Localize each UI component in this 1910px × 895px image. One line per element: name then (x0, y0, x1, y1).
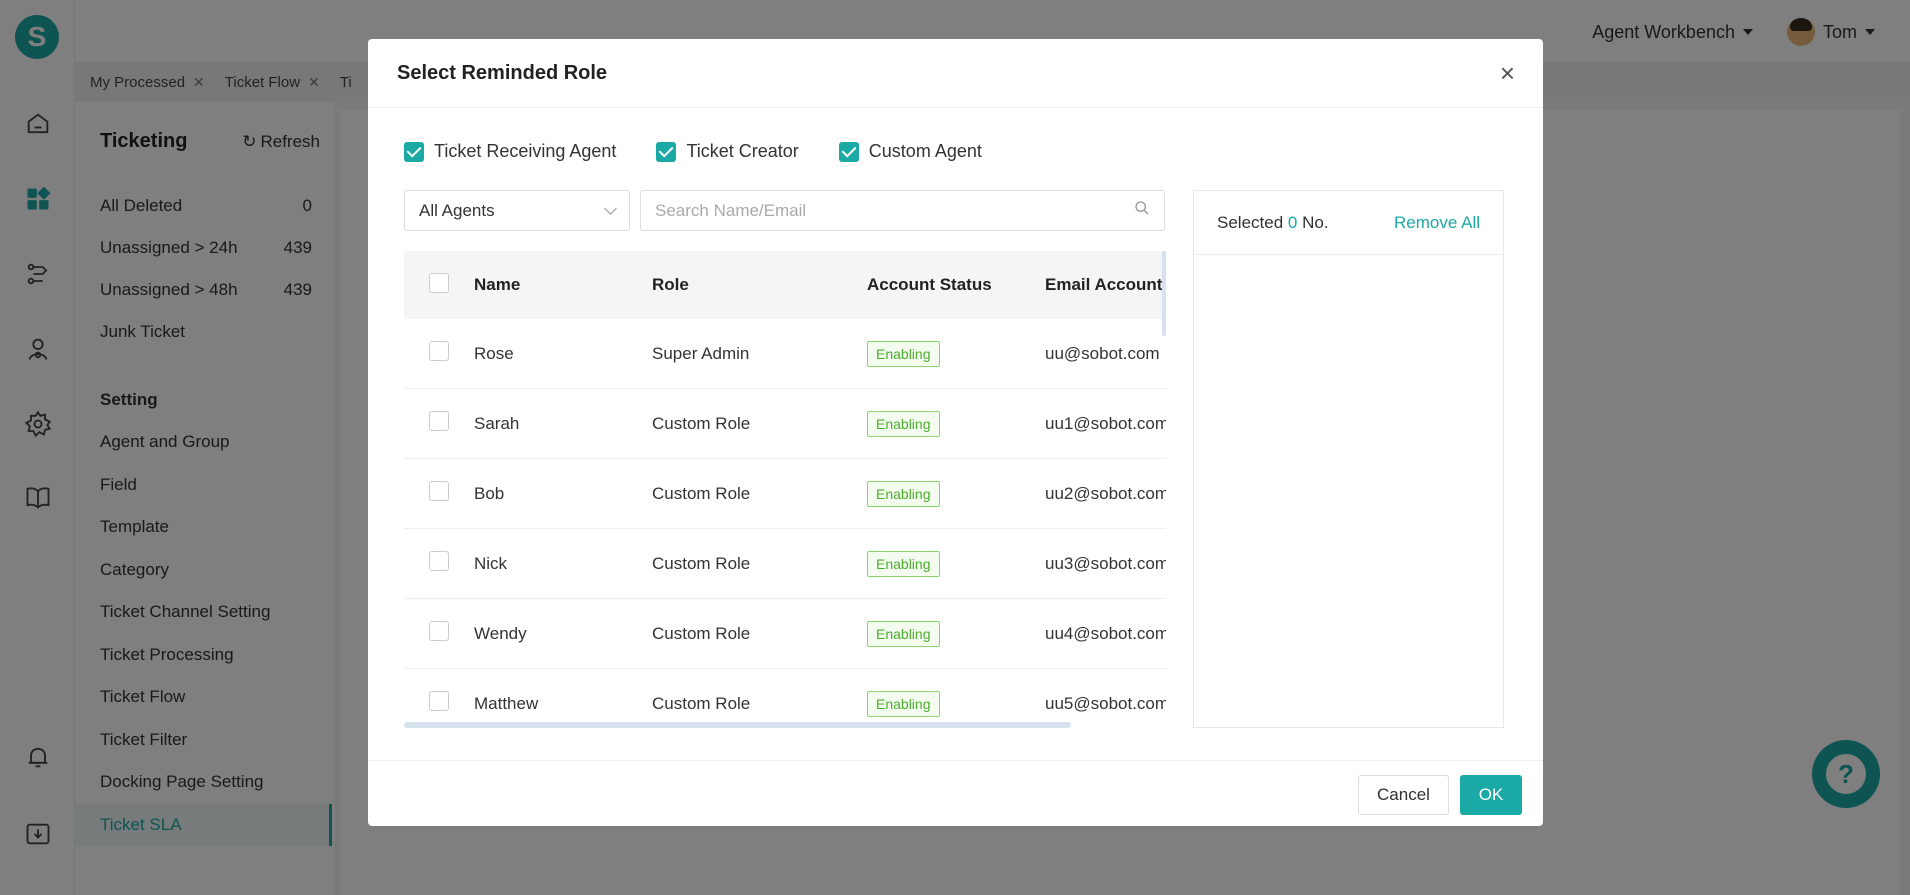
ticket-creator-checkbox[interactable]: Ticket Creator (656, 141, 799, 162)
agent-email: uu1@sobot.com (1045, 413, 1166, 433)
status-badge: Enabling (867, 690, 940, 717)
selected-agents-panel: Selected 0 No. Remove All (1193, 190, 1504, 728)
agent-role: Custom Role (652, 693, 751, 713)
agent-email: uu2@sobot.com (1045, 483, 1166, 503)
agent-email: uu3@sobot.com (1045, 553, 1166, 573)
status-badge: Enabling (867, 550, 940, 577)
row-checkbox[interactable] (429, 411, 449, 431)
table-row[interactable]: Bob Custom Role Enabling uu2@sobot.com (404, 459, 1166, 529)
agent-filter-value: All Agents (419, 200, 495, 220)
agent-email: uu5@sobot.com (1045, 693, 1166, 713)
column-header-name: Name (474, 275, 521, 294)
checkbox-checked-icon[interactable] (656, 141, 677, 162)
agent-name: Rose (474, 343, 514, 363)
table-row[interactable]: Nick Custom Role Enabling uu3@sobot.com (404, 529, 1166, 599)
custom-agent-checkbox[interactable]: Custom Agent (838, 141, 982, 162)
agent-email: uu@sobot.com (1045, 343, 1160, 363)
dialog-title: Select Reminded Role (397, 61, 608, 84)
ticket-receiving-agent-checkbox[interactable]: Ticket Receiving Agent (404, 141, 616, 162)
dialog-footer: Cancel OK (368, 760, 1543, 826)
selected-suffix: No. (1302, 212, 1329, 232)
agent-role: Custom Role (652, 483, 751, 503)
ok-button[interactable]: OK (1460, 775, 1522, 815)
table-row[interactable]: Sarah Custom Role Enabling uu1@sobot.com (404, 389, 1166, 459)
agent-name: Nick (474, 553, 508, 573)
role-checkbox-group: Ticket Receiving Agent Ticket Creator Cu… (404, 141, 982, 162)
checkbox-label: Ticket Creator (686, 141, 799, 161)
row-checkbox[interactable] (429, 691, 449, 711)
checkbox-checked-icon[interactable] (838, 141, 859, 162)
column-header-account-status: Account Status (867, 275, 992, 294)
agent-table: Name Role Account Status Email Account R… (404, 251, 1166, 729)
select-reminded-role-dialog: Select Reminded Role × Ticket Receiving … (368, 39, 1543, 826)
selected-prefix: Selected (1217, 212, 1284, 232)
agent-name: Sarah (474, 413, 520, 433)
chevron-down-icon (604, 202, 617, 215)
row-checkbox[interactable] (429, 551, 449, 571)
selected-count-text: Selected 0 No. (1217, 213, 1329, 233)
row-checkbox[interactable] (429, 621, 449, 641)
column-header-email-account: Email Account (1045, 275, 1163, 294)
status-badge: Enabling (867, 620, 940, 647)
search-input[interactable] (655, 200, 1134, 221)
table-row[interactable]: Matthew Custom Role Enabling uu5@sobot.c… (404, 669, 1166, 729)
select-all-checkbox[interactable] (429, 272, 449, 293)
status-badge: Enabling (867, 340, 940, 367)
row-checkbox[interactable] (429, 341, 449, 361)
checkbox-label: Ticket Receiving Agent (434, 141, 617, 161)
selected-count: 0 (1287, 212, 1298, 232)
remove-all-link[interactable]: Remove All (1394, 213, 1480, 233)
checkbox-label: Custom Agent (868, 141, 982, 161)
status-badge: Enabling (867, 480, 940, 507)
agent-role: Custom Role (652, 553, 751, 573)
agent-filter-select[interactable]: All Agents (404, 190, 630, 231)
close-icon[interactable]: × (1500, 60, 1515, 86)
table-row[interactable]: Wendy Custom Role Enabling uu4@sobot.com (404, 599, 1166, 669)
row-checkbox[interactable] (429, 481, 449, 501)
agent-role: Custom Role (652, 413, 751, 433)
agent-name: Matthew (474, 693, 539, 713)
table-horizontal-scrollbar[interactable] (404, 722, 1071, 728)
search-icon[interactable] (1134, 200, 1150, 221)
table-row[interactable]: Rose Super Admin Enabling uu@sobot.com (404, 319, 1166, 389)
agent-name: Bob (474, 483, 505, 503)
column-header-role: Role (652, 275, 689, 294)
table-header: Name Role Account Status Email Account (404, 251, 1166, 319)
cancel-button[interactable]: Cancel (1358, 775, 1449, 815)
checkbox-checked-icon[interactable] (404, 141, 424, 162)
search-box[interactable] (640, 190, 1165, 231)
agent-role: Custom Role (652, 623, 751, 643)
agent-role: Super Admin (652, 343, 750, 363)
table-vertical-scrollbar[interactable] (1162, 251, 1166, 336)
agent-email: uu4@sobot.com (1045, 623, 1166, 643)
status-badge: Enabling (867, 410, 940, 437)
agent-name: Wendy (474, 623, 527, 643)
